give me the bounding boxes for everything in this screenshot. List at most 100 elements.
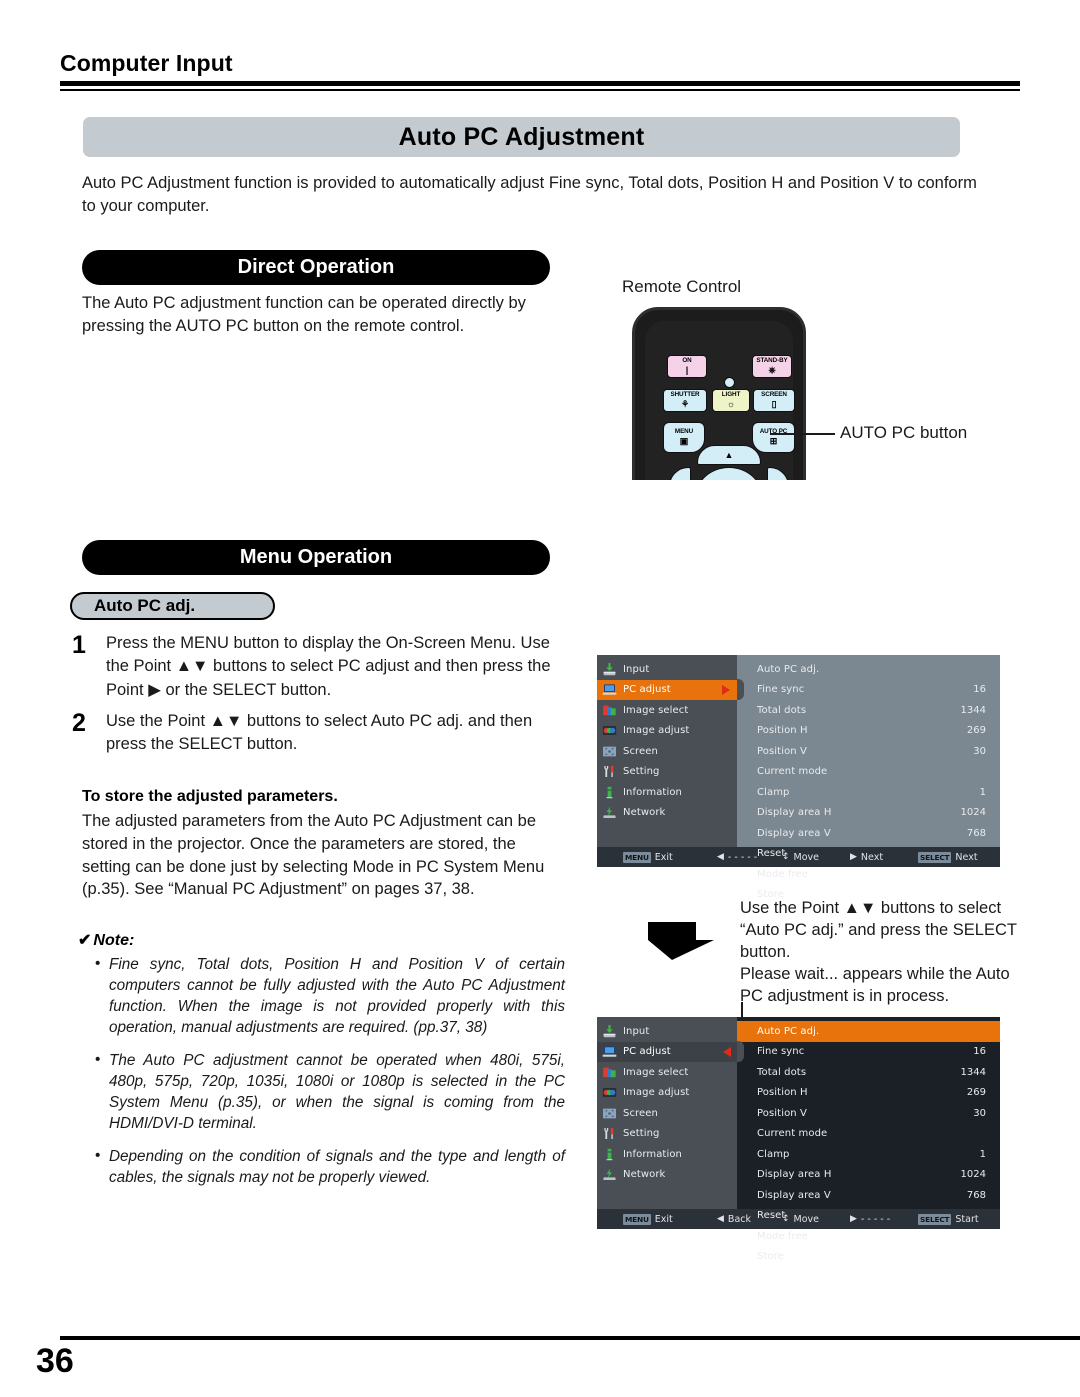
osd-sidebar-item-image-adjust[interactable]: Image adjust: [597, 1083, 737, 1104]
down-arrow-icon: [640, 918, 718, 962]
note-heading: ✔ Note:: [78, 930, 134, 950]
note-item: Depending on the condition of signals an…: [95, 1146, 565, 1189]
page-title-banner: Auto PC Adjustment: [83, 117, 960, 157]
osd-sidebar-label: Screen: [623, 1107, 658, 1119]
osd-sidebar-label: PC adjust: [623, 684, 671, 696]
osd-footer-label: Exit: [654, 1213, 673, 1225]
osd-row[interactable]: Total dots 1344: [737, 1062, 1000, 1083]
middle-explanation-text: Use the Point ▲▼ buttons to select “Auto…: [740, 899, 1017, 1005]
osd-row-label: Total dots: [757, 1066, 807, 1078]
osd-row-label: Total dots: [757, 704, 807, 716]
osd-sidebar-item-screen[interactable]: Screen: [597, 741, 737, 762]
osd-sidebar-item-pc-adjust[interactable]: PC adjust: [597, 679, 737, 700]
remote-screen-button[interactable]: SCREEN ▯: [753, 389, 795, 412]
setting-icon: [602, 764, 617, 779]
note-item: Fine sync, Total dots, Position H and Po…: [95, 954, 565, 1039]
osd-sidebar-item-network[interactable]: Network: [597, 803, 737, 824]
osd-row[interactable]: Display area H 1024: [737, 1165, 1000, 1186]
osd-row[interactable]: Clamp 1: [737, 782, 1000, 803]
osd-sidebar-item-input[interactable]: Input: [597, 659, 737, 680]
image-adjust-icon: [602, 723, 617, 738]
osd-screenshot-auto-pc-adj: Input PC adjust Image select Image adjus…: [597, 1017, 1000, 1262]
arrow-right-icon: [722, 684, 730, 695]
osd-row-selected[interactable]: Auto PC adj.: [737, 1021, 1000, 1042]
osd-sidebar-item-image-adjust[interactable]: Image adjust: [597, 721, 737, 742]
image-select-icon: [602, 703, 617, 718]
osd-footer-exit[interactable]: MENU Exit: [597, 1213, 717, 1225]
remote-select-button[interactable]: SELECT: [695, 467, 763, 480]
osd-sidebar-item-information[interactable]: Information: [597, 782, 737, 803]
remote-on-button[interactable]: ON |: [667, 355, 707, 378]
osd-row[interactable]: Store: [737, 1247, 1000, 1268]
auto-pc-adj-sublabel: Auto PC adj.: [70, 592, 275, 620]
osd-row[interactable]: Clamp 1: [737, 1144, 1000, 1165]
osd-row[interactable]: Reset: [737, 844, 1000, 865]
remote-point-left-button[interactable]: ◀: [669, 467, 691, 480]
osd-row-value: 768: [966, 827, 986, 839]
osd-sidebar-item-screen[interactable]: Screen: [597, 1103, 737, 1124]
osd-row[interactable]: Mode free: [737, 1226, 1000, 1247]
osd-row-label: Clamp: [757, 1148, 790, 1160]
osd-row-label: Auto PC adj.: [757, 1025, 820, 1037]
osd-row[interactable]: Position V 30: [737, 741, 1000, 762]
osd-row[interactable]: Total dots 1344: [737, 700, 1000, 721]
remote-point-right-button[interactable]: ▶: [767, 467, 789, 480]
osd-row[interactable]: Current mode: [737, 762, 1000, 783]
remote-auto-pc-button[interactable]: AUTO PC ⊞: [752, 422, 795, 453]
input-icon: [602, 1024, 617, 1039]
setting-icon: [602, 1126, 617, 1141]
osd-row[interactable]: Display area V 768: [737, 1185, 1000, 1206]
osd-sidebar-item-information[interactable]: Information: [597, 1144, 737, 1165]
osd-row[interactable]: Fine sync 16: [737, 1042, 1000, 1063]
remote-menu-button[interactable]: MENU ▣: [663, 422, 705, 453]
pc-adjust-icon: [602, 682, 617, 697]
screen-icon: [602, 1106, 617, 1121]
osd-1-sidebar: Input PC adjust Image select Image adjus…: [597, 655, 737, 847]
osd-row-value: 768: [966, 1189, 986, 1201]
screen-icon: [602, 744, 617, 759]
osd-row-label: Clamp: [757, 786, 790, 798]
osd-sidebar-item-image-select[interactable]: Image select: [597, 700, 737, 721]
page-number: 36: [36, 1342, 74, 1380]
osd-row[interactable]: Reset: [737, 1206, 1000, 1227]
osd-row[interactable]: Position H 269: [737, 721, 1000, 742]
osd-row[interactable]: Current mode: [737, 1124, 1000, 1145]
osd-sidebar-label: Information: [623, 786, 682, 798]
osd-sidebar-label: Network: [623, 1169, 666, 1181]
osd-sidebar-item-pc-adjust[interactable]: PC adjust: [597, 1041, 737, 1062]
osd-sidebar-item-image-select[interactable]: Image select: [597, 1062, 737, 1083]
osd-2-body: Input PC adjust Image select Image adjus…: [597, 1017, 1000, 1262]
direct-operation-body: The Auto PC adjustment function can be o…: [82, 294, 526, 336]
menu-operation-heading: Menu Operation: [82, 540, 550, 575]
osd-row[interactable]: Position H 269: [737, 1083, 1000, 1104]
osd-row-label: Reset: [757, 848, 786, 860]
osd-sidebar-item-input[interactable]: Input: [597, 1021, 737, 1042]
osd-sidebar-label: Image adjust: [623, 1087, 690, 1099]
remote-light-button[interactable]: LIGHT ☼: [712, 389, 750, 412]
osd-footer-exit[interactable]: MENU Exit: [597, 851, 717, 863]
osd-row[interactable]: Position V 30: [737, 1103, 1000, 1124]
osd-row-label: Current mode: [757, 766, 828, 778]
footer-rule: [60, 1336, 1080, 1340]
remote-standby-button[interactable]: STAND-BY ⎈: [752, 355, 792, 378]
osd-row-label: Display area V: [757, 1189, 831, 1201]
osd-row[interactable]: Mode free: [737, 864, 1000, 885]
osd-row[interactable]: Display area V 768: [737, 823, 1000, 844]
osd-row-label: Fine sync: [757, 684, 805, 696]
remote-point-up-button[interactable]: ▲: [697, 445, 761, 465]
osd-row[interactable]: Fine sync 16: [737, 680, 1000, 701]
page-header: Computer Input: [60, 50, 1020, 91]
menu-keycap: MENU: [623, 1213, 651, 1225]
input-icon: [602, 662, 617, 677]
remote-shutter-button[interactable]: SHUTTER ⚘: [663, 389, 707, 412]
remote-inner-face: ON | STAND-BY ⎈ SHUTTER ⚘ LIGHT ☼ SCREEN…: [645, 321, 795, 480]
osd-sidebar-item-setting[interactable]: Setting: [597, 1124, 737, 1145]
arrow-left-icon: [723, 1046, 731, 1057]
osd-sidebar-label: Information: [623, 1148, 682, 1160]
osd-row[interactable]: Auto PC adj.: [737, 659, 1000, 680]
header-rule-thin: [60, 89, 1020, 91]
osd-sidebar-item-setting[interactable]: Setting: [597, 762, 737, 783]
osd-sidebar-item-network[interactable]: Network: [597, 1165, 737, 1186]
note-list: Fine sync, Total dots, Position H and Po…: [95, 954, 565, 1201]
osd-row[interactable]: Display area H 1024: [737, 803, 1000, 824]
